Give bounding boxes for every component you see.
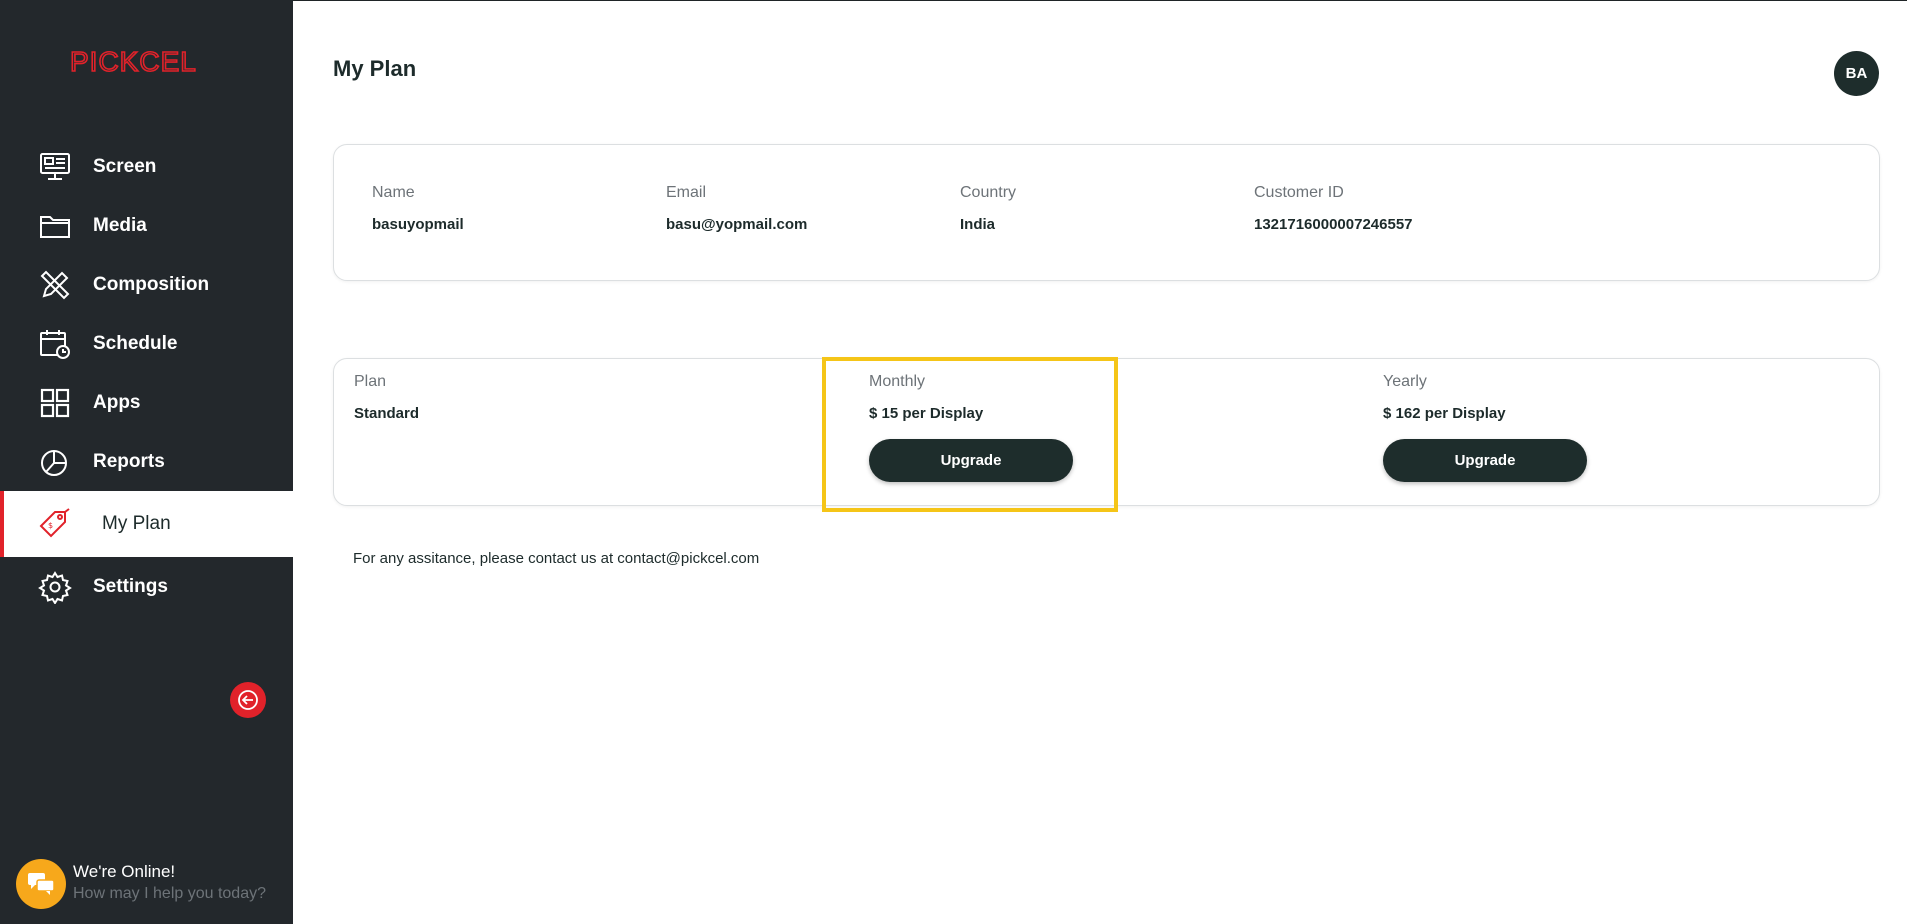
sidebar-item-label: Composition — [93, 273, 210, 295]
name-label: Name — [372, 184, 415, 201]
gear-icon — [38, 570, 72, 604]
chat-subtitle: How may I help you today? — [73, 885, 266, 902]
page-title: My Plan — [333, 56, 417, 81]
assistance-text: For any assitance, please contact us at … — [353, 550, 760, 567]
svg-text:PICKCEL: PICKCEL — [70, 46, 197, 77]
yearly-price: $ 162 per Display — [1383, 405, 1506, 422]
email-value: basu@yopmail.com — [666, 216, 808, 233]
sidebar-item-schedule[interactable]: Schedule — [0, 314, 293, 373]
plan-column: Plan Standard — [354, 373, 419, 422]
collapse-sidebar-button[interactable] — [230, 682, 266, 718]
sidebar-item-label: Reports — [93, 450, 165, 472]
sidebar-item-label: Schedule — [93, 332, 178, 354]
sidebar-item-label: Settings — [93, 575, 168, 597]
country-field: Country India — [960, 184, 1016, 233]
chat-bubbles-icon — [16, 859, 66, 909]
yearly-column: Yearly $ 162 per Display — [1383, 373, 1506, 422]
arrow-left-icon — [238, 690, 258, 710]
customer-id-field: Customer ID 1321716000007246557 — [1254, 184, 1413, 233]
pie-chart-icon — [38, 445, 72, 479]
sidebar-item-label: My Plan — [102, 513, 171, 534]
pickcel-logo: PICKCEL — [70, 45, 197, 78]
customer-id-value: 1321716000007246557 — [1254, 216, 1413, 233]
chat-title: We're Online! — [73, 862, 176, 881]
name-value: basuyopmail — [372, 216, 464, 233]
sidebar-item-apps[interactable]: Apps — [0, 373, 293, 432]
grid-icon — [38, 386, 72, 420]
sidebar-item-reports[interactable]: Reports — [0, 432, 293, 491]
pencil-ruler-icon — [38, 268, 72, 302]
monthly-highlight-box — [822, 357, 1118, 512]
monitor-icon — [38, 150, 72, 184]
sidebar-item-media[interactable]: Media — [0, 196, 293, 255]
price-tag-icon: $ — [38, 507, 72, 541]
sidebar-item-label: Screen — [93, 155, 157, 177]
account-info-card: Name basuyopmail Email basu@yopmail.com … — [333, 144, 1880, 281]
plan-value: Standard — [354, 405, 420, 422]
yearly-label: Yearly — [1383, 373, 1427, 390]
email-label: Email — [666, 184, 707, 201]
customer-id-label: Customer ID — [1254, 184, 1344, 201]
country-value: India — [960, 216, 996, 233]
sidebar-item-label: Apps — [93, 391, 141, 413]
sidebar-item-settings[interactable]: Settings — [0, 557, 293, 616]
sidebar-item-screen[interactable]: Screen — [0, 137, 293, 196]
sidebar: PICKCEL Screen Media Composition Schedul… — [0, 0, 293, 924]
chat-widget[interactable]: We're Online! How may I help you today? — [16, 859, 286, 911]
email-field: Email basu@yopmail.com — [666, 184, 807, 233]
yearly-upgrade-button[interactable]: Upgrade — [1383, 439, 1587, 482]
avatar[interactable]: BA — [1834, 51, 1879, 96]
country-label: Country — [960, 184, 1017, 201]
svg-text:$: $ — [48, 521, 53, 530]
sidebar-nav: Screen Media Composition Schedule Apps R… — [0, 137, 293, 616]
sidebar-item-composition[interactable]: Composition — [0, 255, 293, 314]
folder-icon — [38, 209, 72, 243]
name-field: Name basuyopmail — [372, 184, 464, 233]
sidebar-item-label: Media — [93, 214, 147, 236]
calendar-clock-icon — [38, 327, 72, 361]
plan-label: Plan — [354, 373, 387, 390]
sidebar-item-my-plan[interactable]: $ My Plan — [0, 491, 293, 557]
